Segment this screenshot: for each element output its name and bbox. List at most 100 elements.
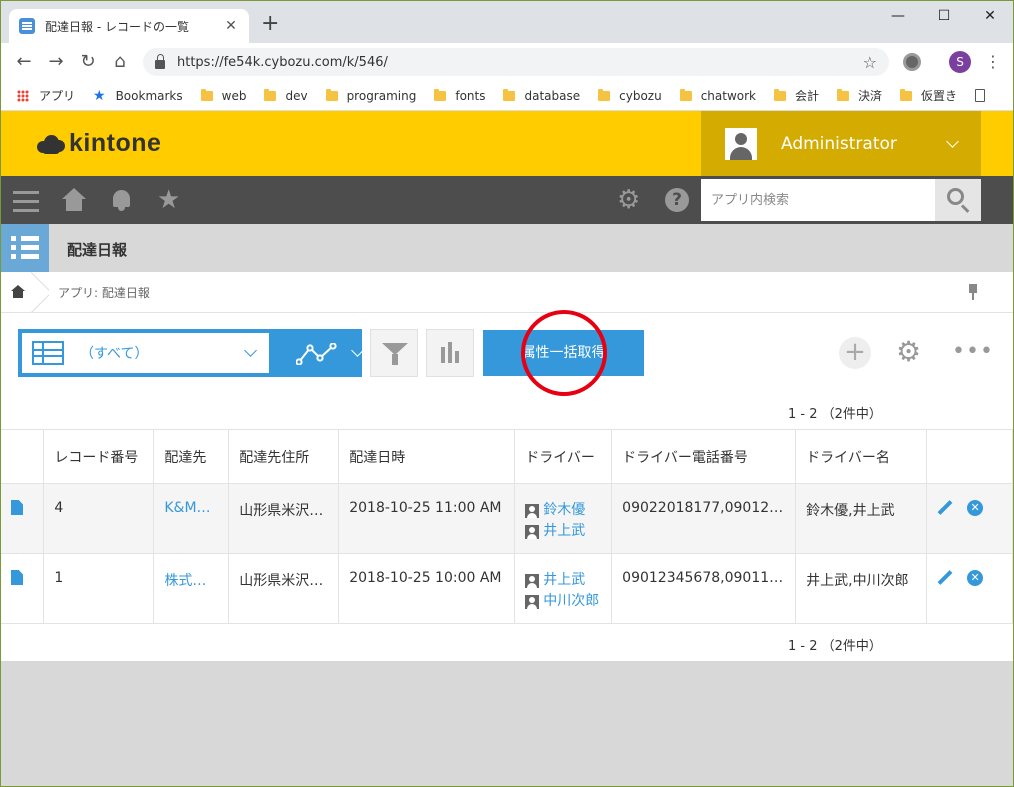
view-dropdown[interactable]: （すべて） (22, 333, 269, 373)
chevron-down-icon[interactable] (351, 344, 364, 357)
column-header[interactable]: ドライバー名 (795, 429, 928, 484)
bookmark-folder-chatwork[interactable]: chatwork (679, 88, 756, 103)
portal-home-icon[interactable] (61, 188, 87, 212)
hamburger-menu-icon[interactable] (13, 188, 39, 212)
bookmark-folder-temp[interactable]: 仮置き (900, 87, 957, 104)
window-close-icon[interactable]: ✕ (967, 5, 1013, 27)
delete-x-icon[interactable]: ✕ (967, 500, 984, 516)
app-search-input[interactable] (701, 179, 935, 221)
record-detail-icon[interactable] (11, 500, 23, 515)
favorites-star-icon[interactable]: ★ (157, 187, 183, 213)
destination-link[interactable]: 株式… (164, 573, 206, 589)
settings-gear-icon[interactable]: ⚙ (617, 187, 643, 213)
breadcrumb-home-icon[interactable] (11, 285, 25, 299)
column-header[interactable]: ドライバー電話番号 (611, 429, 797, 484)
pin-icon[interactable] (967, 284, 979, 300)
user-menu[interactable]: Administrator (701, 111, 981, 176)
bookmark-folder-accounting[interactable]: 会計 (774, 87, 819, 104)
search-button[interactable] (935, 179, 981, 221)
browser-toolbar: ← → ↻ ⌂ https://fe54k.cybozu.com/k/546/ … (1, 43, 1013, 81)
column-header[interactable]: レコード番号 (43, 429, 155, 484)
kintone-header: kintone Administrator (1, 111, 1013, 176)
folder-icon (325, 88, 338, 101)
pagination-info: 1 - 2 （2件中） (788, 407, 882, 422)
app-list-icon[interactable] (1, 224, 49, 272)
bookmark-page[interactable] (975, 89, 986, 102)
graph-icon[interactable] (296, 343, 338, 365)
tab-strip: 配達日報 - レコードの一覧 ✕ + — ☐ ✕ (1, 1, 1013, 43)
more-options-icon[interactable]: ••• (952, 339, 994, 365)
table-row: 1 株式… 山形県米沢… 2018-10-25 10:00 AM 井上武 中川次… (1, 553, 1013, 624)
bookmark-apps[interactable]: アプリ (17, 87, 75, 104)
new-tab-icon[interactable]: + (261, 13, 279, 35)
app-settings-gear-icon[interactable]: ⚙ (896, 336, 921, 368)
browser-menu-icon[interactable]: ⋮ (985, 51, 1001, 73)
table-view-icon (32, 341, 64, 365)
driver-phone: 09022018177,09012… (611, 483, 797, 554)
address: 山形県米沢… (228, 553, 340, 624)
home-icon[interactable]: ⌂ (109, 51, 131, 73)
delivery-datetime: 2018-10-25 11:00 AM (338, 483, 516, 554)
driver-link[interactable]: 井上武 (543, 521, 585, 542)
bookmark-folder-payment[interactable]: 決済 (837, 87, 882, 104)
driver-names: 井上武,中川次郎 (795, 553, 928, 624)
bookmark-folder-programing[interactable]: programing (325, 88, 416, 103)
close-icon[interactable]: ✕ (223, 18, 239, 34)
record-table: レコード番号 配達先 配達先住所 配達日時 ドライバー ドライバー電話番号 ドラ… (1, 429, 1013, 624)
record-detail-icon[interactable] (11, 570, 23, 585)
address: 山形県米沢… (228, 483, 340, 554)
browser-window: 配達日報 - レコードの一覧 ✕ + — ☐ ✕ ← → ↻ ⌂ https:/… (0, 0, 1014, 787)
user-name: Administrator (781, 133, 897, 154)
url-text[interactable]: https://fe54k.cybozu.com/k/546/ (177, 55, 863, 70)
forward-arrow-icon[interactable]: → (45, 51, 67, 73)
user-icon (525, 503, 540, 518)
back-arrow-icon[interactable]: ← (13, 51, 35, 73)
bookmark-folder-fonts[interactable]: fonts (434, 88, 485, 103)
driver-link[interactable]: 中川次郎 (543, 591, 599, 612)
minimize-icon[interactable]: — (875, 5, 921, 27)
bookmark-star-icon[interactable]: ☆ (863, 53, 877, 72)
bookmark-folder-web[interactable]: web (200, 88, 246, 103)
record-number: 4 (43, 483, 155, 554)
column-header[interactable]: 配達先 (153, 429, 230, 484)
delivery-datetime: 2018-10-25 10:00 AM (338, 553, 516, 624)
notification-bell-icon[interactable] (109, 188, 135, 212)
user-icon (525, 524, 540, 539)
address-bar[interactable]: https://fe54k.cybozu.com/k/546/ ☆ (143, 48, 889, 76)
extension-icon[interactable] (903, 53, 921, 71)
bookmark-folder-database[interactable]: database (503, 88, 580, 103)
view-selector: （すべて） (18, 329, 364, 377)
pagination-info-bottom: 1 - 2 （2件中） (788, 639, 882, 654)
driver-link[interactable]: 鈴木優 (543, 500, 585, 521)
logo-text: kintone (69, 129, 162, 157)
edit-pencil-icon[interactable] (937, 570, 953, 586)
avatar (725, 127, 757, 160)
maximize-icon[interactable]: ☐ (921, 5, 967, 27)
help-icon[interactable]: ? (665, 188, 689, 212)
filter-button[interactable] (370, 329, 418, 377)
add-record-button[interactable]: + (839, 337, 871, 369)
driver-link[interactable]: 井上武 (543, 570, 585, 591)
user-icon (525, 573, 540, 588)
bookmark-folder-dev[interactable]: dev (264, 88, 308, 103)
edit-pencil-icon[interactable] (937, 500, 953, 516)
search-icon (947, 188, 964, 205)
app-title[interactable]: 配達日報 (67, 239, 127, 260)
reload-icon[interactable]: ↻ (77, 51, 99, 73)
list-app-icon (19, 18, 35, 34)
folder-icon (837, 88, 850, 101)
delete-x-icon[interactable]: ✕ (967, 570, 984, 586)
chart-button[interactable] (426, 329, 474, 377)
destination-link[interactable]: K&M… (164, 500, 210, 516)
column-header[interactable]: 配達日時 (338, 429, 516, 484)
bookmark-bookmarks[interactable]: ★ Bookmarks (93, 88, 183, 104)
record-list-area: （すべて） 属性一括取得 + ⚙ ••• 1 - 2 （2件中） レコード番号 … (1, 313, 1013, 661)
column-header[interactable]: ドライバー (514, 429, 613, 484)
bookmark-folder-cybozu[interactable]: cybozu (598, 88, 662, 103)
profile-avatar[interactable]: S (949, 51, 971, 73)
kintone-logo[interactable]: kintone (37, 129, 161, 158)
breadcrumb-app[interactable]: アプリ: 配達日報 (58, 284, 150, 301)
browser-tab[interactable]: 配達日報 - レコードの一覧 ✕ (9, 9, 249, 43)
column-header[interactable]: 配達先住所 (228, 429, 340, 484)
apps-grid-icon (17, 89, 29, 102)
